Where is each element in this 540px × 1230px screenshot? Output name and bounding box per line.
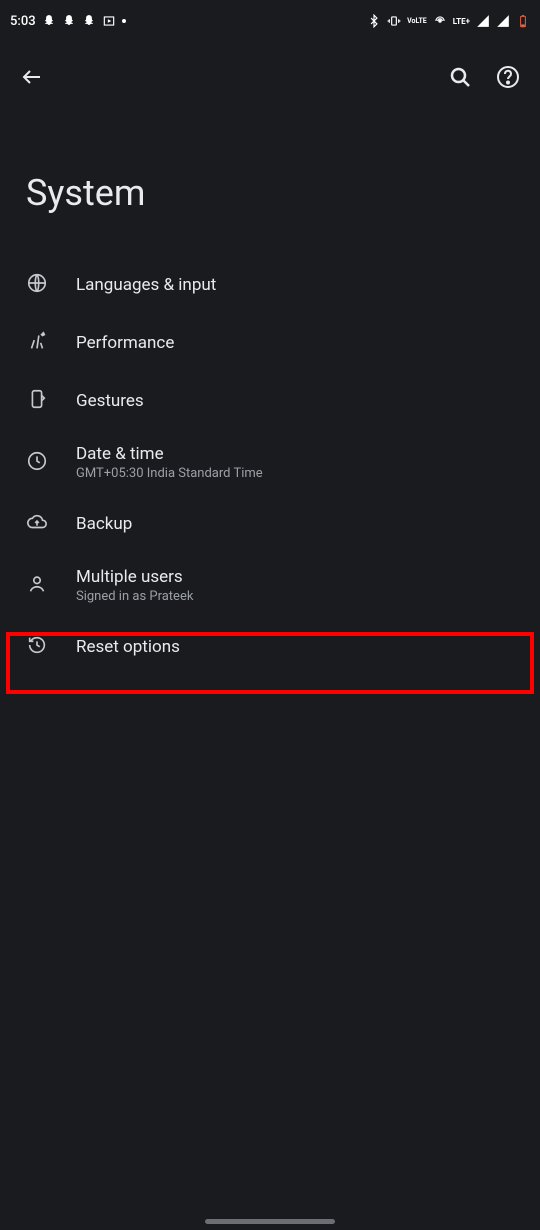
snapchat-icon (82, 14, 96, 28)
picture-in-picture-icon (102, 14, 116, 28)
row-multiple-users[interactable]: Multiple users Signed in as Prateek (0, 553, 540, 618)
clock-icon (26, 450, 48, 476)
gestures-icon (26, 388, 48, 414)
person-icon (26, 573, 48, 599)
signal-roaming-icon: R (496, 14, 510, 28)
status-bar: 5:03 VoLTE LTE+ R (0, 0, 540, 42)
app-toolbar (0, 42, 540, 112)
cloud-upload-icon (26, 511, 48, 537)
row-backup[interactable]: Backup (0, 495, 540, 553)
row-subtitle: Signed in as Prateek (76, 589, 514, 604)
row-date-time[interactable]: Date & time GMT+05:30 India Standard Tim… (0, 430, 540, 495)
volte-icon: VoLTE (407, 18, 427, 25)
row-label: Multiple users (76, 567, 514, 587)
home-indicator[interactable] (205, 1219, 335, 1224)
help-button[interactable] (496, 65, 520, 89)
row-label: Performance (76, 333, 514, 353)
more-notifications-dot (122, 19, 126, 23)
row-performance[interactable]: Performance (0, 314, 540, 372)
row-label: Backup (76, 514, 514, 534)
row-gestures[interactable]: Gestures (0, 372, 540, 430)
back-button[interactable] (20, 65, 44, 89)
globe-icon (26, 272, 48, 298)
battery-low-icon (516, 14, 530, 28)
hotspot-icon (433, 14, 447, 28)
status-right: VoLTE LTE+ R (367, 14, 530, 28)
settings-list: Languages & input Performance Gestures D… (0, 256, 540, 676)
status-left: 5:03 (10, 14, 126, 29)
restore-icon (26, 634, 48, 660)
row-label: Date & time (76, 444, 514, 464)
row-label: Reset options (76, 637, 514, 657)
snapchat-icon (62, 14, 76, 28)
row-label: Languages & input (76, 275, 514, 295)
row-reset-options[interactable]: Reset options (0, 618, 540, 676)
row-subtitle: GMT+05:30 India Standard Time (76, 466, 514, 481)
svg-text:R: R (498, 16, 502, 22)
bluetooth-icon (367, 14, 381, 28)
row-label: Gestures (76, 391, 514, 411)
snapchat-icon (42, 14, 56, 28)
search-button[interactable] (448, 65, 472, 89)
page-title: System (0, 112, 540, 256)
vibrate-icon (387, 14, 401, 28)
row-languages-input[interactable]: Languages & input (0, 256, 540, 314)
status-time: 5:03 (10, 14, 36, 29)
performance-icon (26, 330, 48, 356)
lte-plus-icon: LTE+ (453, 17, 470, 26)
signal-icon (476, 14, 490, 28)
